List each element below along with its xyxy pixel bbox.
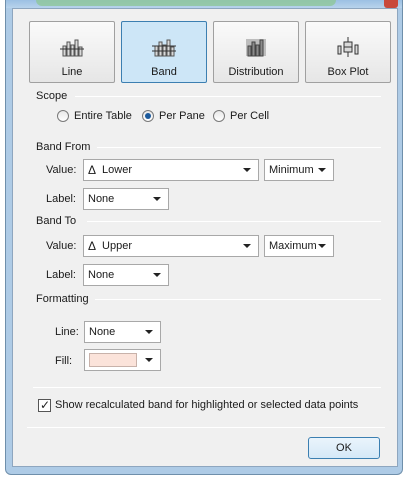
band-to-value-select[interactable]: Δ Upper: [83, 235, 259, 257]
options-divider: [33, 387, 381, 388]
fill-color-label: Fill:: [55, 355, 73, 367]
fill-color-swatch: [89, 353, 137, 367]
band-to-title: Band To: [36, 215, 77, 227]
scope-per-cell-label: Per Cell: [230, 110, 270, 122]
type-boxplot-label: Box Plot: [327, 66, 369, 78]
band-from-label-label: Label:: [46, 193, 76, 205]
reference-band-dialog: Line Band Distribution Box Plot Scope En…: [12, 8, 398, 467]
band-to-label-value: None: [88, 269, 115, 281]
line-style-value: None: [89, 326, 116, 338]
close-button[interactable]: [384, 0, 398, 8]
type-distribution-label: Distribution: [228, 66, 284, 78]
band-to-value: Upper: [102, 240, 132, 252]
chevron-down-icon: [145, 330, 153, 334]
scope-divider: [75, 96, 381, 97]
band-from-aggregation: Minimum: [269, 164, 314, 176]
show-recalculated-label: Show recalculated band for highlighted o…: [55, 399, 359, 411]
band-from-label-select[interactable]: None: [83, 188, 169, 210]
band-from-aggregation-select[interactable]: Minimum: [264, 159, 334, 181]
line-style-label: Line:: [55, 326, 79, 338]
formatting-divider: [95, 299, 381, 300]
box-plot-icon: [337, 37, 359, 57]
line-style-select[interactable]: None: [84, 321, 161, 343]
chevron-down-icon: [145, 358, 153, 362]
show-recalculated-checkbox[interactable]: [38, 398, 51, 412]
chevron-down-icon: [243, 244, 251, 248]
chevron-down-icon: [243, 168, 251, 172]
radio-per-cell[interactable]: [213, 110, 225, 122]
band-from-title: Band From: [36, 141, 91, 153]
delta-icon: Δ: [88, 163, 97, 177]
ok-button[interactable]: OK: [308, 437, 380, 459]
band-chart-icon: [152, 39, 176, 57]
band-from-label-value: None: [88, 193, 115, 205]
scope-per-cell-option[interactable]: Per Cell: [213, 110, 269, 122]
radio-per-pane[interactable]: [142, 110, 154, 122]
band-from-value-label: Value:: [46, 164, 77, 176]
band-to-value-label: Value:: [46, 240, 77, 252]
line-chart-icon: [60, 39, 84, 57]
chevron-down-icon: [318, 244, 326, 248]
band-to-aggregation: Maximum: [269, 240, 317, 252]
band-from-divider: [97, 147, 381, 148]
band-to-label-select[interactable]: None: [83, 264, 169, 286]
delta-icon: Δ: [88, 239, 97, 253]
fill-color-select[interactable]: [84, 349, 161, 371]
type-band-label: Band: [151, 66, 177, 78]
type-distribution-button[interactable]: Distribution: [213, 21, 299, 83]
title-bar: [6, 0, 402, 8]
footer-divider: [27, 427, 385, 428]
band-to-aggregation-select[interactable]: Maximum: [264, 235, 334, 257]
band-from-value: Lower: [102, 164, 132, 176]
scope-per-pane-option[interactable]: Per Pane: [142, 110, 205, 122]
scope-entire-table-label: Entire Table: [74, 110, 132, 122]
type-line-button[interactable]: Line: [29, 21, 115, 83]
band-from-value-select[interactable]: Δ Lower: [83, 159, 259, 181]
scope-entire-table-option[interactable]: Entire Table: [57, 110, 132, 122]
band-to-label-label: Label:: [46, 269, 76, 281]
distribution-chart-icon: [246, 39, 266, 57]
type-selector: Line Band Distribution Box Plot: [29, 21, 391, 83]
chevron-down-icon: [153, 273, 161, 277]
title-glow: [36, 0, 336, 6]
radio-entire-table[interactable]: [57, 110, 69, 122]
type-line-label: Line: [61, 66, 83, 78]
chevron-down-icon: [318, 168, 326, 172]
type-boxplot-button[interactable]: Box Plot: [305, 21, 391, 83]
chevron-down-icon: [153, 197, 161, 201]
formatting-title: Formatting: [36, 293, 89, 305]
type-band-button[interactable]: Band: [121, 21, 207, 83]
dialog-window: Line Band Distribution Box Plot Scope En…: [5, 0, 403, 475]
scope-per-pane-label: Per Pane: [159, 110, 205, 122]
band-to-divider: [87, 221, 381, 222]
scope-title: Scope: [36, 90, 68, 102]
